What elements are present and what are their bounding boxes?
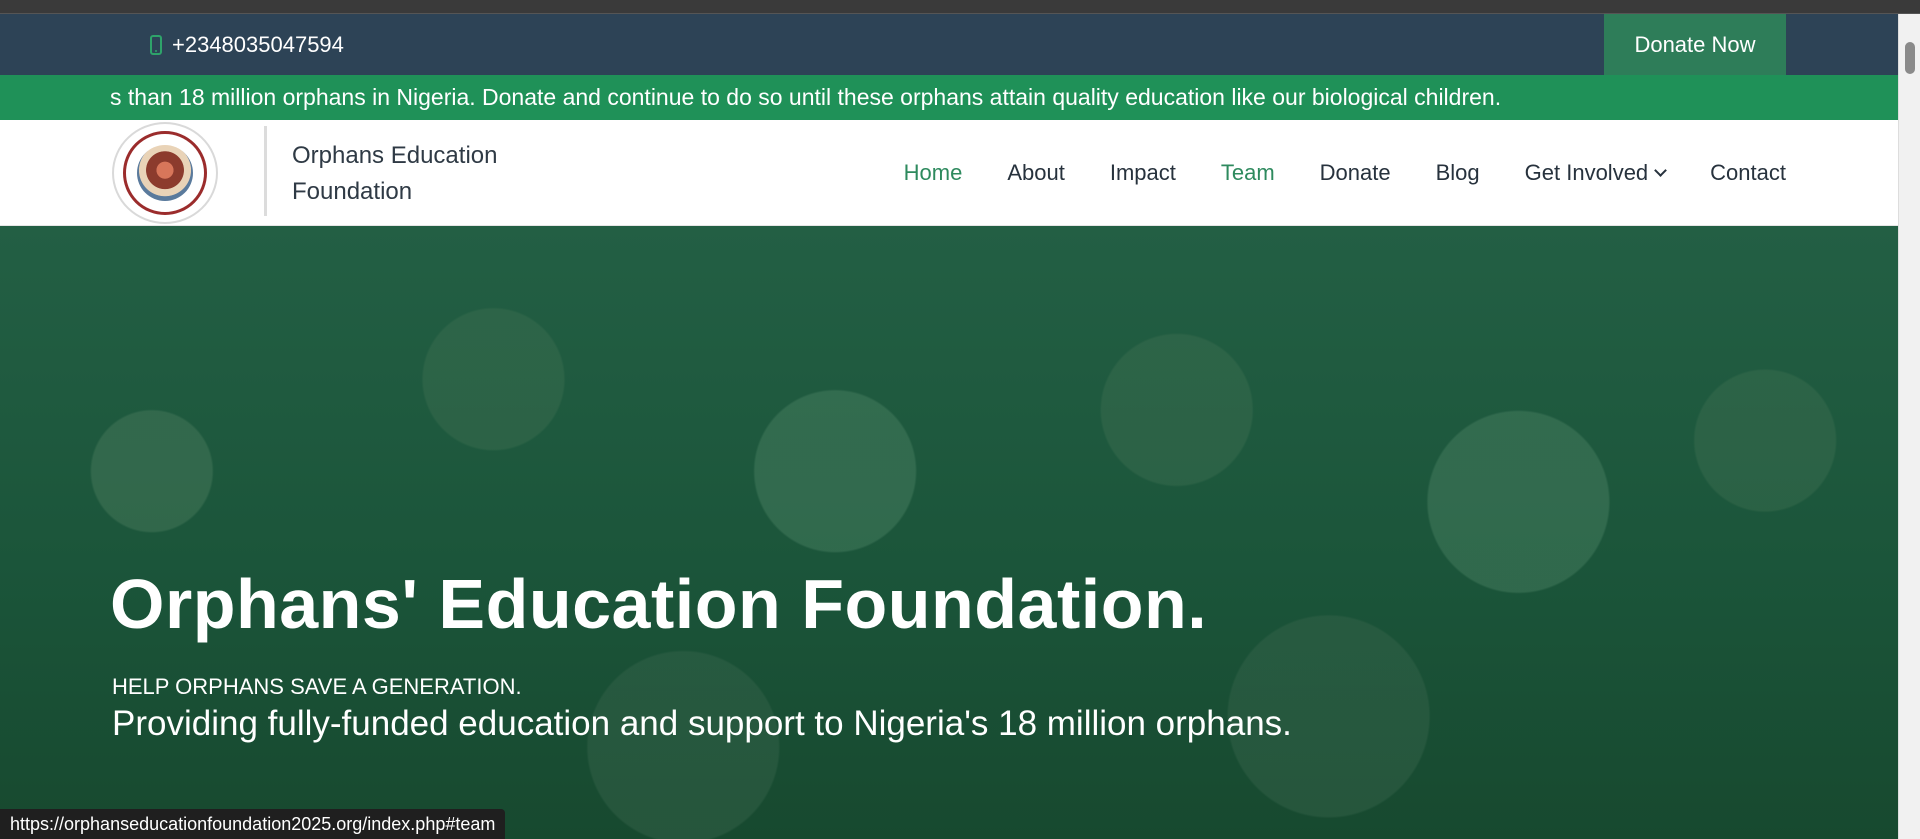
hero-background-photo — [0, 226, 1898, 839]
hero-title: Orphans' Education Foundation. — [110, 565, 1208, 643]
foundation-logo[interactable] — [112, 122, 218, 224]
nav-contact[interactable]: Contact — [1710, 160, 1786, 186]
brand-line-2: Foundation — [292, 178, 413, 205]
hero-banner: Orphans' Education Foundation. HELP ORPH… — [0, 226, 1898, 839]
hero-subtitle: Providing fully-funded education and sup… — [112, 704, 1292, 743]
ticker-text: s than 18 million orphans in Nigeria. Do… — [110, 84, 1502, 110]
top-contact-bar: +2348035047594 Donate Now — [0, 14, 1898, 75]
nav-home[interactable]: Home — [904, 160, 963, 186]
brand-name[interactable]: Orphans Education Foundation — [292, 138, 497, 210]
phone-icon — [150, 34, 162, 55]
donate-now-button[interactable]: Donate Now — [1604, 14, 1786, 75]
scrollbar-thumb[interactable] — [1905, 42, 1915, 74]
nav-impact[interactable]: Impact — [1110, 160, 1176, 186]
main-nav: Home About Impact Team Donate Blog Get I… — [904, 120, 1786, 226]
browser-top-strip — [0, 0, 1920, 14]
phone-number: +2348035047594 — [172, 31, 344, 57]
page-scrollbar[interactable] — [1898, 14, 1920, 839]
announcement-ticker: s than 18 million orphans in Nigeria. Do… — [0, 75, 1898, 120]
link-status-url: https://orphanseducationfoundation2025.o… — [0, 809, 506, 839]
nav-about[interactable]: About — [1007, 160, 1065, 186]
nav-get-involved-label: Get Involved — [1524, 160, 1649, 185]
nav-get-involved[interactable]: Get Involved — [1524, 160, 1668, 186]
site-header: Orphans Education Foundation Home About … — [0, 120, 1898, 226]
chevron-down-icon — [1654, 164, 1668, 177]
nav-donate[interactable]: Donate — [1320, 160, 1391, 186]
nav-blog[interactable]: Blog — [1436, 160, 1480, 186]
header-divider — [264, 126, 267, 216]
phone-contact[interactable]: +2348035047594 — [150, 14, 344, 75]
brand-line-1: Orphans Education — [292, 142, 498, 169]
logo-emblem — [137, 145, 193, 201]
hero-kicker: HELP ORPHANS SAVE A GENERATION. — [112, 674, 522, 699]
logo-ring — [123, 131, 207, 215]
nav-team[interactable]: Team — [1221, 160, 1275, 186]
page-viewport: +2348035047594 Donate Now s than 18 mill… — [0, 14, 1898, 839]
